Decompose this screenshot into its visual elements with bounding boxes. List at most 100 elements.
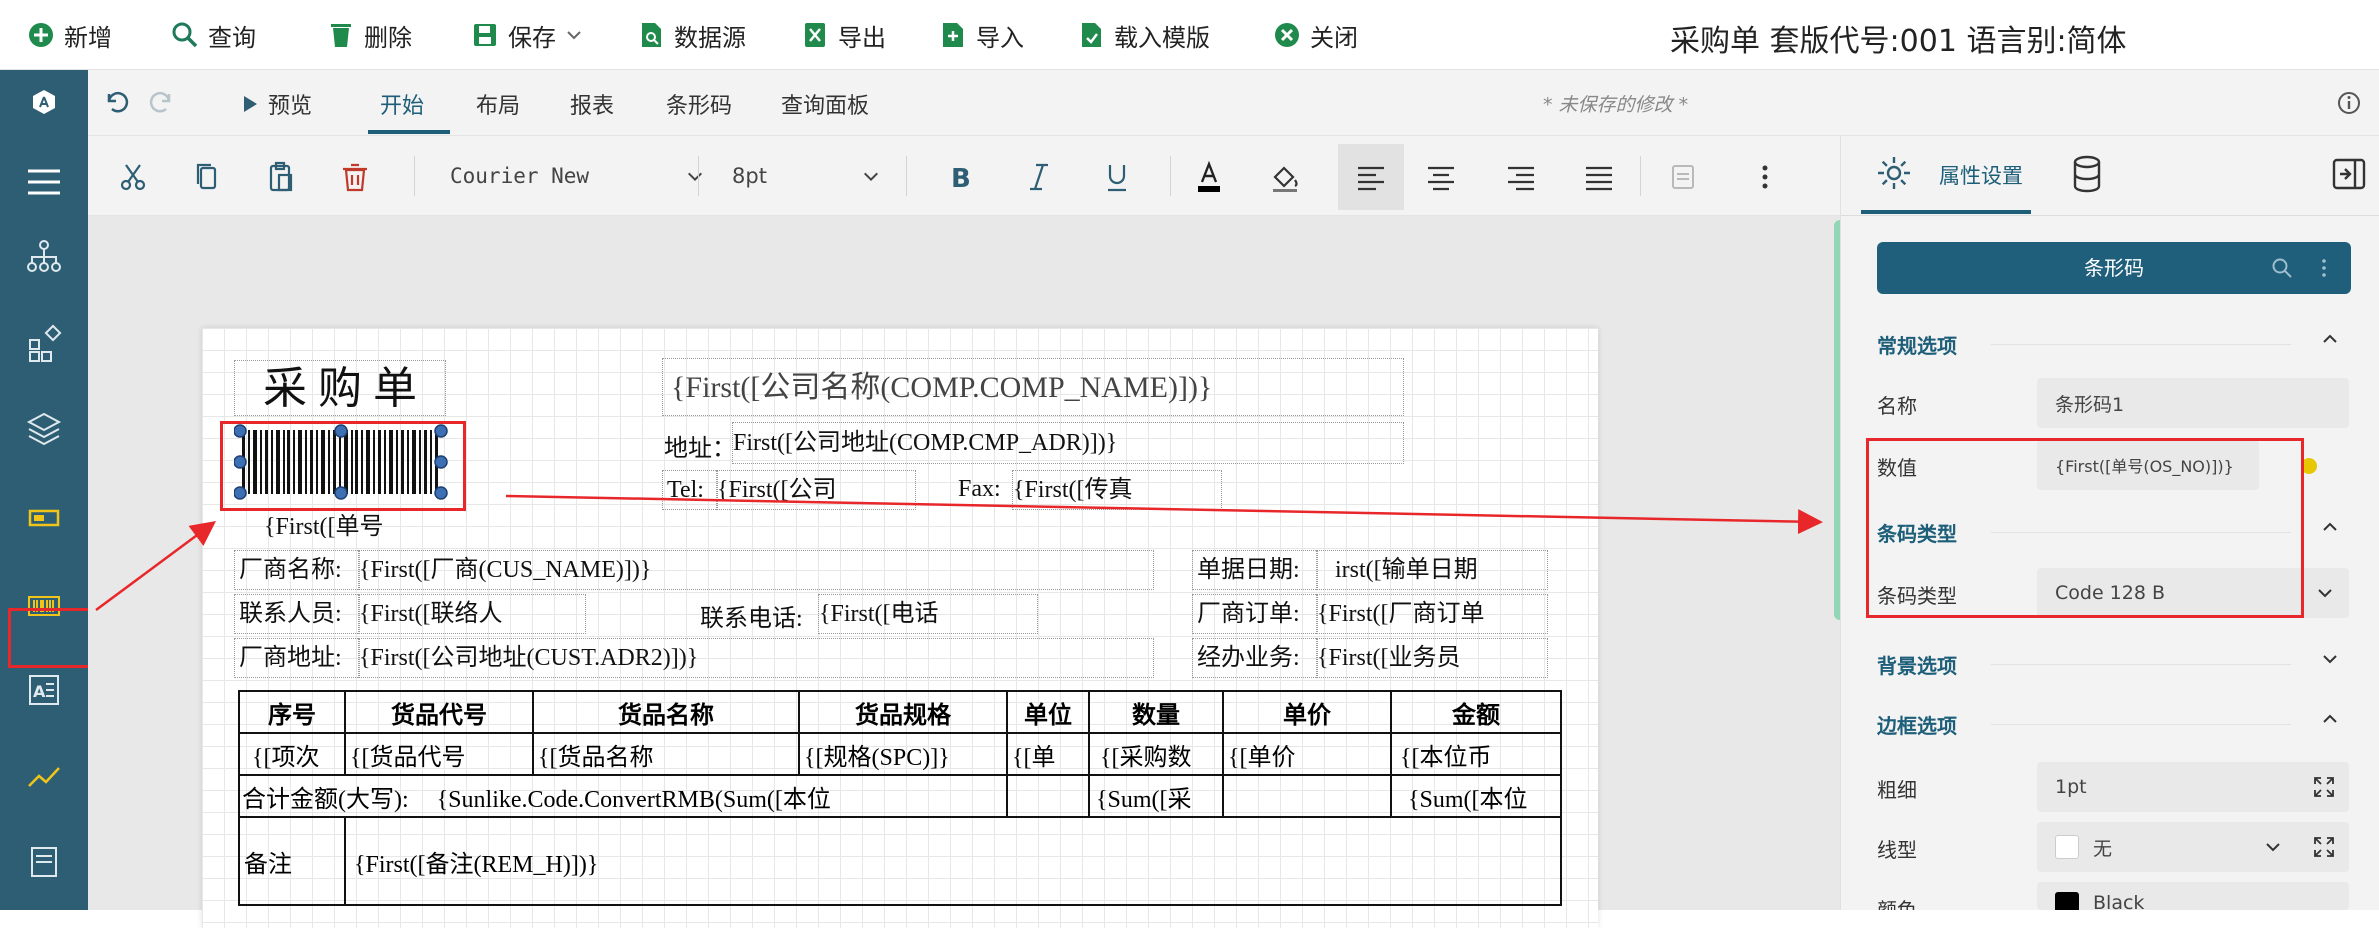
export-button[interactable]: 导出 bbox=[800, 16, 886, 54]
border-width-input[interactable]: 1pt bbox=[2037, 762, 2349, 812]
section-border[interactable]: 边框选项 bbox=[1877, 710, 1957, 739]
save-button[interactable]: 保存 bbox=[470, 16, 584, 54]
contact-field[interactable]: {First([联络人 bbox=[358, 594, 586, 634]
date-field[interactable]: irst([输单日期 bbox=[1316, 550, 1548, 590]
table-header-cell: 货品名称 bbox=[532, 690, 800, 734]
tel-field[interactable]: {First([公司 bbox=[716, 470, 916, 510]
chevron-up-icon[interactable] bbox=[2319, 516, 2341, 538]
expand-icon[interactable] bbox=[2313, 836, 2335, 858]
align-right-button[interactable] bbox=[1498, 154, 1544, 200]
report-title[interactable]: 采 购 单 bbox=[234, 360, 446, 416]
nav-more[interactable] bbox=[14, 832, 74, 888]
table-cell[interactable]: {[规格(SPC)]} bbox=[798, 732, 1008, 776]
gear-icon[interactable] bbox=[1875, 154, 1913, 192]
new-button[interactable]: 新增 bbox=[26, 16, 112, 54]
trash-icon bbox=[343, 163, 367, 192]
datasource-button[interactable]: 数据源 bbox=[636, 16, 746, 54]
database-icon[interactable] bbox=[2069, 154, 2105, 194]
underline-button[interactable] bbox=[1094, 154, 1140, 200]
color-swatch bbox=[2055, 892, 2079, 910]
detail-table[interactable]: 序号 货品代号 货品名称 货品规格 单位 数量 单价 金额 {[项次 {[货品代… bbox=[238, 690, 1562, 906]
font-family-select[interactable]: Courier New bbox=[450, 156, 712, 196]
close-button[interactable]: 关闭 bbox=[1272, 16, 1358, 54]
more-vertical-icon[interactable] bbox=[2317, 257, 2331, 279]
font-size-select[interactable]: 8pt bbox=[732, 156, 880, 196]
nav-components[interactable] bbox=[14, 316, 74, 372]
paste-icon bbox=[269, 161, 293, 192]
italic-button[interactable] bbox=[1016, 154, 1062, 200]
undo-icon[interactable] bbox=[100, 86, 130, 116]
tab-start[interactable]: 开始 bbox=[380, 88, 424, 120]
phone-field[interactable]: {First([电话 bbox=[818, 594, 1038, 634]
query-button[interactable]: 查询 bbox=[170, 16, 256, 54]
import-button[interactable]: 导入 bbox=[938, 16, 1024, 54]
new-label: 新增 bbox=[64, 23, 112, 52]
search-icon[interactable] bbox=[2271, 257, 2293, 279]
menu-toggle[interactable] bbox=[14, 154, 74, 210]
remark-field[interactable]: {First([备注(REM_H)])} bbox=[344, 816, 1562, 906]
trash-icon bbox=[331, 24, 351, 47]
company-name-field[interactable]: {First([公司名称(COMP.COMP_NAME)])} bbox=[662, 358, 1404, 416]
chevron-down-icon[interactable] bbox=[2319, 648, 2341, 670]
align-left-button[interactable] bbox=[1338, 144, 1404, 210]
border-style-select[interactable]: 无 bbox=[2037, 822, 2349, 872]
staff-field[interactable]: {First([业务员 bbox=[1316, 638, 1548, 678]
chevron-up-icon[interactable] bbox=[2319, 328, 2341, 350]
format-painter-button[interactable] bbox=[1660, 154, 1706, 200]
copy-button[interactable] bbox=[184, 154, 230, 200]
nav-hierarchy[interactable] bbox=[14, 228, 74, 284]
section-general[interactable]: 常规选项 bbox=[1877, 330, 1957, 359]
table-cell[interactable]: {[本位币 bbox=[1390, 732, 1562, 776]
fax-field[interactable]: {First([传真 bbox=[1012, 470, 1222, 510]
table-cell[interactable]: {[货品名称 bbox=[532, 732, 800, 776]
preview-button[interactable]: 预览 bbox=[240, 88, 312, 120]
properties-tab[interactable]: 属性设置 bbox=[1939, 160, 2023, 190]
cut-button[interactable] bbox=[110, 154, 156, 200]
info-icon[interactable] bbox=[2336, 90, 2362, 116]
italic-icon bbox=[1030, 163, 1048, 191]
tab-layout[interactable]: 布局 bbox=[476, 88, 520, 120]
collapse-panel-icon[interactable] bbox=[2331, 156, 2367, 192]
tab-barcode[interactable]: 条形码 bbox=[666, 88, 732, 120]
table-cell[interactable]: {[项次 bbox=[238, 732, 346, 776]
nav-richtext[interactable]: A bbox=[14, 662, 74, 718]
chevron-up-icon[interactable] bbox=[2319, 708, 2341, 730]
redo-icon[interactable] bbox=[148, 86, 178, 116]
fill-color-button[interactable] bbox=[1262, 154, 1308, 200]
total-amount[interactable]: {Sum([本位 bbox=[1390, 774, 1562, 818]
delete-button[interactable]: 删除 bbox=[326, 16, 412, 54]
bold-button[interactable]: B bbox=[936, 154, 982, 200]
nav-layers[interactable] bbox=[14, 400, 74, 456]
component-selector[interactable]: 条形码 bbox=[1877, 242, 2351, 294]
delete-element-button[interactable] bbox=[332, 154, 378, 200]
tab-query-panel[interactable]: 查询面板 bbox=[781, 88, 869, 120]
order-field[interactable]: {First([厂商订单 bbox=[1316, 594, 1548, 634]
load-template-button[interactable]: 载入模版 bbox=[1076, 16, 1210, 54]
more-options-button[interactable] bbox=[1742, 154, 1788, 200]
total-qty[interactable]: {Sum([采 bbox=[1088, 774, 1224, 818]
nav-textbox[interactable] bbox=[14, 490, 74, 546]
address-field[interactable]: First([公司地址(COMP.CMP_ADR)])} bbox=[732, 422, 1404, 464]
chevron-down-icon bbox=[687, 172, 703, 182]
paste-button[interactable] bbox=[258, 154, 304, 200]
name-input[interactable]: 条形码1 bbox=[2037, 378, 2349, 428]
nav-chart[interactable] bbox=[14, 748, 74, 804]
table-cell[interactable]: {[货品代号 bbox=[344, 732, 534, 776]
table-cell[interactable]: {[单 bbox=[1006, 732, 1090, 776]
expand-icon[interactable] bbox=[2313, 776, 2335, 798]
total-cell[interactable]: 合计金额(大写): {Sunlike.Code.ConvertRMB(Sum([… bbox=[238, 774, 1008, 818]
border-color-select[interactable]: Black bbox=[2037, 882, 2349, 910]
section-background[interactable]: 背景选项 bbox=[1877, 650, 1957, 679]
align-center-button[interactable] bbox=[1418, 154, 1464, 200]
more-vertical-icon bbox=[1762, 165, 1768, 189]
query-label: 查询 bbox=[208, 23, 256, 52]
justify-button[interactable] bbox=[1576, 154, 1622, 200]
tab-report[interactable]: 报表 bbox=[570, 88, 614, 120]
design-canvas[interactable]: 采 购 单 {First([单号 {First([公司名称(COMP.COMP_… bbox=[88, 216, 1846, 928]
table-cell[interactable]: {[单价 bbox=[1222, 732, 1392, 776]
report-page[interactable]: 采 购 单 {First([单号 {First([公司名称(COMP.COMP_… bbox=[202, 328, 1598, 928]
vendor-address-field[interactable]: {First([公司地址(CUST.ADR2)])} bbox=[358, 638, 1154, 678]
font-color-button[interactable] bbox=[1186, 154, 1232, 200]
table-cell[interactable]: {[采购数 bbox=[1088, 732, 1224, 776]
vendor-field[interactable]: {First([厂商(CUS_NAME)])} bbox=[358, 550, 1154, 590]
